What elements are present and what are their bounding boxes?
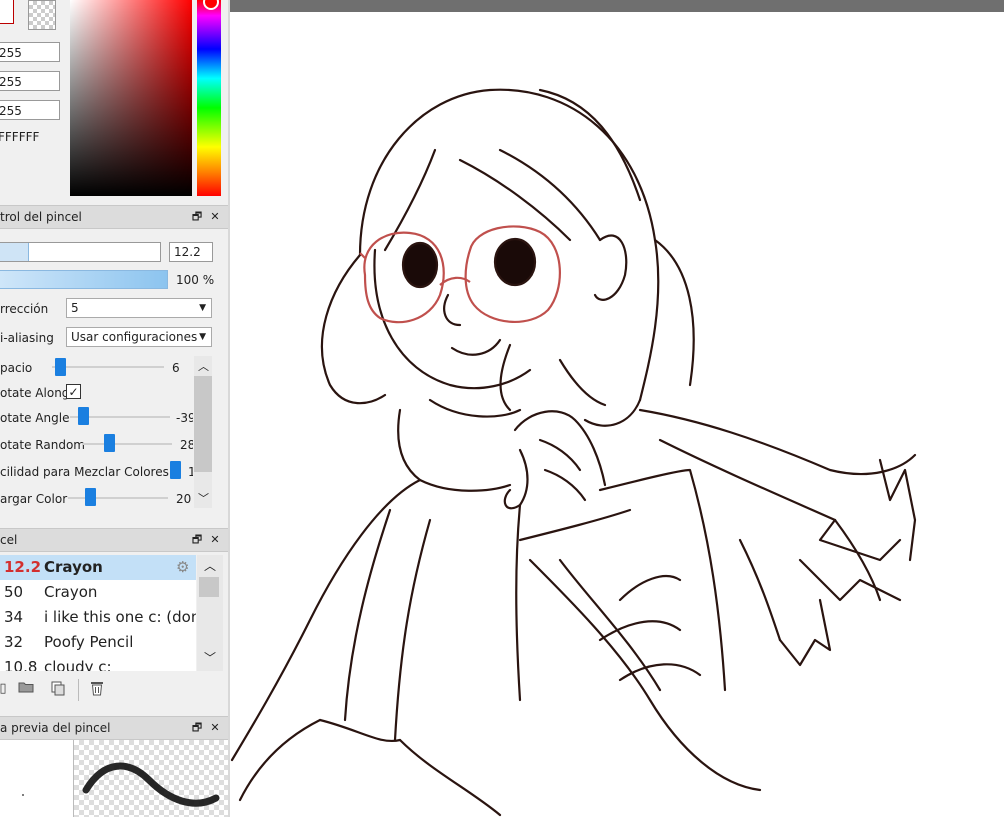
brush-size: 12.2 — [4, 558, 42, 576]
brush-name: Crayon — [44, 558, 103, 576]
list-item[interactable]: 10.8 cloudy c: — [0, 655, 196, 671]
brush-name: Poofy Pencil — [44, 633, 134, 651]
rotate-along-label: otate Along — [0, 386, 70, 400]
gear-icon[interactable]: ⚙ — [176, 555, 189, 580]
brush-size-input[interactable]: 12.2 — [169, 242, 213, 262]
brush-size: 32 — [4, 633, 24, 651]
color-mixing-value: 1 — [188, 465, 193, 479]
chevron-up-icon[interactable]: ︿ — [204, 557, 216, 574]
spacing-slider-handle[interactable] — [55, 358, 66, 376]
brush-stroke-preview — [74, 740, 228, 817]
drawing-canvas[interactable] — [230, 12, 1004, 817]
chevron-up-icon[interactable]: ︿ — [198, 358, 209, 374]
canvas-top-bar — [230, 0, 1004, 12]
red-field[interactable]: 255 — [0, 42, 60, 62]
brush-list-title: cel — [0, 533, 18, 547]
list-item[interactable]: 12.2 Crayon ⚙ — [0, 555, 196, 581]
spacing-slider-track[interactable] — [52, 366, 164, 368]
load-color-value: 20 — [176, 492, 192, 506]
brush-name: Crayon — [44, 583, 98, 601]
close-icon[interactable]: ✕ — [208, 529, 222, 551]
rotate-angle-label: otate Angle — [0, 411, 70, 425]
saturation-value-picker[interactable] — [70, 0, 192, 196]
chevron-down-icon: ▼ — [199, 332, 206, 342]
load-color-slider-track[interactable] — [68, 497, 168, 499]
blue-field[interactable]: 255 — [0, 100, 60, 120]
brush-list-header: cel 🗗 ✕ — [0, 528, 228, 552]
correction-select[interactable]: 5 ▼ — [66, 298, 212, 318]
load-color-label: argar Color — [0, 492, 68, 506]
brush-name: i like this one c: (don' — [44, 608, 196, 626]
new-brush-icon[interactable]: ▯ — [0, 680, 12, 698]
list-item[interactable]: 50 Crayon — [0, 580, 196, 606]
rotate-random-slider-track[interactable] — [82, 443, 172, 445]
correction-label: rrección — [0, 302, 49, 316]
primary-color-swatch[interactable] — [0, 0, 14, 24]
brush-list-scrollbar-thumb[interactable] — [199, 577, 219, 597]
rotate-angle-value: -39 — [176, 411, 193, 425]
hue-slider[interactable] — [197, 0, 221, 196]
spacing-label: pacio — [0, 361, 33, 375]
rotate-random-label: otate Random — [0, 438, 85, 452]
brush-name: cloudy c: — [44, 658, 112, 671]
chevron-down-icon: ▼ — [199, 303, 206, 313]
hex-value: FFFFFF — [0, 130, 40, 144]
duplicate-icon[interactable] — [49, 680, 67, 698]
brush-control-header: trol del pincel 🗗 ✕ — [0, 205, 228, 229]
color-mixing-slider-handle[interactable] — [170, 461, 181, 479]
params-scrollbar[interactable]: ︿ ﹀ — [194, 356, 212, 508]
window-restore-icon[interactable]: 🗗 — [190, 206, 204, 228]
rotate-angle-slider-handle[interactable] — [78, 407, 89, 425]
antialias-label: i-aliasing — [0, 331, 54, 345]
close-icon[interactable]: ✕ — [208, 717, 222, 739]
brush-dot-preview — [0, 740, 74, 817]
brush-density-slider[interactable] — [0, 270, 168, 289]
window-restore-icon[interactable]: 🗗 — [190, 529, 204, 551]
load-color-slider-handle[interactable] — [85, 488, 96, 506]
brush-size: 50 — [4, 583, 24, 601]
brush-control-title: trol del pincel — [0, 210, 82, 224]
brush-size: 10.8 — [4, 658, 38, 671]
rotate-random-slider-handle[interactable] — [104, 434, 115, 452]
correction-value: 5 — [71, 301, 79, 315]
folder-icon[interactable] — [17, 680, 35, 698]
transparent-color-swatch[interactable] — [28, 0, 56, 30]
line-art-drawing — [230, 88, 917, 817]
rotate-random-value: 28 — [180, 438, 193, 452]
checkbox-icon[interactable]: ✓ — [66, 384, 81, 399]
chevron-down-icon[interactable]: ﹀ — [204, 649, 216, 666]
brush-list: 12.2 Crayon ⚙ 50 Crayon 34 i like this o… — [0, 555, 196, 671]
toolbar-divider — [78, 679, 79, 701]
green-field[interactable]: 255 — [0, 71, 60, 91]
window-restore-icon[interactable]: 🗗 — [190, 717, 204, 739]
brush-panel: 255 255 255 FFFFFF trol del pincel 🗗 ✕ 1… — [0, 0, 228, 817]
list-item[interactable]: 32 Poofy Pencil — [0, 630, 196, 656]
params-scrollbar-thumb[interactable] — [194, 376, 212, 472]
color-mixing-label: cilidad para Mezclar Colores — [0, 465, 169, 479]
brush-size-slider[interactable] — [0, 242, 161, 262]
spacing-value: 6 — [172, 361, 180, 375]
trash-icon[interactable] — [88, 680, 106, 698]
brush-preview-title: a previa del pincel — [0, 721, 111, 735]
close-icon[interactable]: ✕ — [208, 206, 222, 228]
brush-density-value: 100 % — [176, 273, 215, 287]
antialias-value: Usar configuraciones — [71, 330, 198, 344]
chevron-down-icon[interactable]: ﹀ — [198, 490, 209, 506]
brush-list-scrollbar[interactable]: ︿ ﹀ — [197, 555, 223, 671]
antialias-select[interactable]: Usar configuraciones ▼ — [66, 327, 212, 347]
brush-size: 34 — [4, 608, 24, 626]
brush-preview-header: a previa del pincel 🗗 ✕ — [0, 716, 228, 740]
list-item[interactable]: 34 i like this one c: (don' — [0, 605, 196, 631]
